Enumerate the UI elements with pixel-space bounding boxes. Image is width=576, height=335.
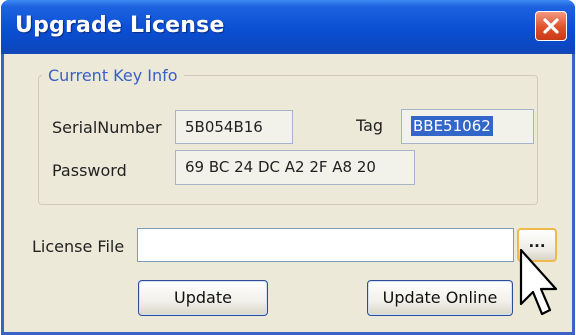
tag-label: Tag: [356, 116, 384, 135]
serial-number-label: SerialNumber: [52, 118, 162, 137]
update-button[interactable]: Update: [138, 280, 268, 316]
license-file-input[interactable]: [137, 228, 514, 262]
tag-field[interactable]: BBE51062: [401, 109, 534, 144]
password-value: 69 BC 24 DC A2 2F A8 20: [185, 158, 376, 176]
title-bar[interactable]: Upgrade License: [1, 0, 575, 54]
close-icon: [543, 18, 559, 34]
tag-value: BBE51062: [411, 116, 493, 136]
mouse-pointer-icon: [519, 248, 558, 316]
serial-number-value: 5B054B16: [185, 118, 263, 136]
current-key-info-legend: Current Key Info: [42, 66, 184, 85]
password-label: Password: [52, 161, 127, 180]
window-title: Upgrade License: [15, 13, 225, 38]
close-button[interactable]: [535, 11, 567, 41]
password-field[interactable]: 69 BC 24 DC A2 2F A8 20: [175, 150, 415, 185]
serial-number-field[interactable]: 5B054B16: [175, 110, 293, 144]
update-online-button[interactable]: Update Online: [367, 280, 513, 316]
license-file-label: License File: [32, 237, 125, 256]
